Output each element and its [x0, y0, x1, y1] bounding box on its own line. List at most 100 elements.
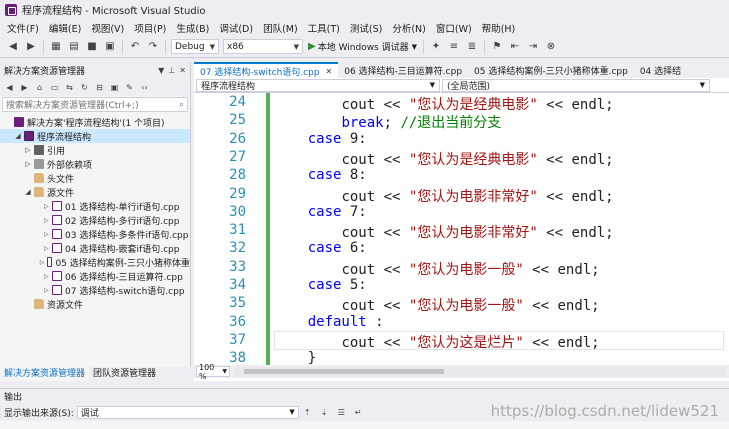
start-debugging-button[interactable]: ▶ 本地 Windows 调试器 ▼: [308, 40, 417, 53]
new-project-icon[interactable]: ▦: [49, 40, 63, 54]
code-line[interactable]: cout << "您认为是经典电影" << endl;: [274, 94, 613, 114]
zoom-select[interactable]: 100 % ▼: [196, 363, 230, 381]
expander-icon[interactable]: ▷: [44, 287, 50, 294]
forward-icon[interactable]: ▶: [19, 82, 30, 93]
pin-icon[interactable]: ⊥: [168, 66, 175, 75]
undo-icon[interactable]: ↶: [128, 40, 142, 54]
code-icon[interactable]: ‹›: [139, 82, 150, 93]
code-line[interactable]: default :: [274, 314, 384, 330]
code-line[interactable]: }: [274, 350, 316, 365]
sync-icon[interactable]: ⇆: [64, 82, 75, 93]
window-position-icon[interactable]: ▼: [158, 66, 164, 75]
code-line[interactable]: case 6:: [274, 240, 367, 256]
expander-icon[interactable]: ▷: [44, 273, 50, 280]
clear-bookmarks-icon[interactable]: ⊗: [544, 40, 558, 54]
redo-icon[interactable]: ↷: [146, 40, 160, 54]
expander-icon[interactable]: ▷: [44, 217, 50, 224]
back-icon[interactable]: ◀: [6, 40, 20, 54]
expander-icon[interactable]: ▷: [40, 259, 45, 266]
document-tab[interactable]: 07 选择结构-switch语句.cpp ✕: [194, 62, 339, 78]
refresh-icon[interactable]: ↻: [79, 82, 90, 93]
document-tab[interactable]: 06 选择结构-三目运算符.cpp: [338, 62, 468, 78]
expander-icon[interactable]: ▷: [24, 160, 32, 168]
comment-icon[interactable]: ≡: [447, 40, 461, 54]
document-tab[interactable]: 04 选择结: [634, 62, 687, 78]
back-icon[interactable]: ◀: [4, 82, 15, 93]
code-area[interactable]: 24 25 26 27 28 29 30 31 32 33 34 35 36 37 38 cout << "…: [194, 93, 729, 365]
expander-icon[interactable]: ▷: [44, 203, 50, 210]
menu-item[interactable]: 团队(M): [258, 21, 303, 35]
code-line[interactable]: cout << "您认为电影一般" << endl;: [274, 295, 599, 315]
tree-item[interactable]: ▷ 03 选择结构-多条件if语句.cpp: [0, 227, 190, 241]
output-source-select[interactable]: 调试 ▼: [76, 405, 299, 419]
document-tab[interactable]: 05 选择结构案例-三只小猪称体重.cpp: [468, 62, 634, 78]
tree-item[interactable]: 解决方案'程序流程结构'(1 个项目): [0, 115, 190, 129]
tree-item[interactable]: 资源文件: [0, 297, 190, 311]
expander-icon[interactable]: ◢: [24, 188, 32, 196]
menu-item[interactable]: 调试(D): [214, 21, 258, 35]
uncomment-icon[interactable]: ≣: [465, 40, 479, 54]
tree-item[interactable]: ▷ 引用: [0, 143, 190, 157]
menu-item[interactable]: 文件(F): [2, 21, 44, 35]
bookmark-icon[interactable]: ⚑: [490, 40, 504, 54]
menu-item[interactable]: 窗口(W): [431, 21, 477, 35]
browse-icon[interactable]: ✦: [429, 40, 443, 54]
tree-item[interactable]: ▷ 06 选择结构-三目运算符.cpp: [0, 269, 190, 283]
scope-select[interactable]: (全局范围) ▼: [442, 78, 710, 92]
pending-changes-icon[interactable]: ▭: [49, 82, 60, 93]
code-line[interactable]: break; //退出当前分支: [274, 112, 501, 132]
word-wrap-icon[interactable]: ↵: [353, 407, 364, 418]
open-file-icon[interactable]: ▤: [67, 40, 81, 54]
code-line[interactable]: case 8:: [274, 167, 367, 183]
horizontal-scrollbar[interactable]: [234, 367, 725, 376]
platform-select[interactable]: x86 ▼: [223, 39, 303, 54]
panel-tab[interactable]: 团队资源管理器: [89, 367, 160, 381]
forward-icon[interactable]: ▶: [24, 40, 38, 54]
tree-item[interactable]: ◢ 源文件: [0, 185, 190, 199]
tree-item[interactable]: ◢ 程序流程结构: [0, 129, 190, 143]
menu-item[interactable]: 分析(N): [387, 21, 431, 35]
home-icon[interactable]: ⌂: [34, 82, 45, 93]
next-bookmark-icon[interactable]: ⇥: [526, 40, 540, 54]
tree-item[interactable]: ▷ 外部依赖项: [0, 157, 190, 171]
code-line[interactable]: case 7:: [274, 204, 367, 220]
code-line[interactable]: case 5:: [274, 277, 367, 293]
menu-item[interactable]: 工具(T): [303, 21, 345, 35]
tree-item[interactable]: ▷ 01 选择结构-单行if语句.cpp: [0, 199, 190, 213]
configuration-select[interactable]: Debug ▼: [171, 39, 219, 54]
menu-item[interactable]: 编辑(E): [44, 21, 86, 35]
expander-icon[interactable]: ▷: [44, 231, 50, 238]
next-message-icon[interactable]: ⇣: [319, 407, 330, 418]
expander-icon[interactable]: ▷: [44, 245, 50, 252]
close-icon[interactable]: ✕: [326, 67, 333, 76]
tree-item[interactable]: ▷ 07 选择结构-switch语句.cpp: [0, 283, 190, 297]
panel-tab[interactable]: 解决方案资源管理器: [0, 367, 90, 381]
code-line[interactable]: cout << "您认为是经典电影" << endl;: [274, 149, 613, 169]
expander-icon[interactable]: ◢: [14, 132, 22, 140]
save-all-icon[interactable]: ▣: [103, 40, 117, 54]
code-line[interactable]: cout << "您认为电影非常好" << endl;: [274, 186, 613, 206]
prev-bookmark-icon[interactable]: ⇤: [508, 40, 522, 54]
menu-item[interactable]: 项目(P): [129, 21, 171, 35]
collapse-all-icon[interactable]: ⊟: [94, 82, 105, 93]
code-line[interactable]: cout << "您认为电影一般" << endl;: [274, 259, 599, 279]
find-message-icon[interactable]: ⇡: [302, 407, 313, 418]
clear-all-icon[interactable]: ☰: [336, 407, 347, 418]
code-line[interactable]: cout << "您认为电影非常好" << endl;: [274, 222, 613, 242]
menu-item[interactable]: 帮助(H): [477, 21, 521, 35]
show-all-files-icon[interactable]: ▣: [109, 82, 120, 93]
menu-item[interactable]: 测试(S): [345, 21, 387, 35]
tree-item[interactable]: 头文件: [0, 171, 190, 185]
project-select[interactable]: 程序流程结构 ▼: [196, 78, 440, 92]
solution-search-input[interactable]: 搜索解决方案资源管理器(Ctrl+;) ⌕: [2, 97, 188, 112]
tree-item[interactable]: ▷ 05 选择结构案例-三只小猪称体重: [0, 255, 190, 269]
menu-item[interactable]: 视图(V): [86, 21, 129, 35]
expander-icon[interactable]: ▷: [24, 146, 32, 154]
properties-icon[interactable]: ✎: [124, 82, 135, 93]
tree-item[interactable]: ▷ 04 选择结构-嵌套if语句.cpp: [0, 241, 190, 255]
menu-item[interactable]: 生成(B): [171, 21, 214, 35]
close-icon[interactable]: ✕: [179, 66, 186, 75]
tree-item[interactable]: ▷ 02 选择结构-多行if语句.cpp: [0, 213, 190, 227]
save-icon[interactable]: ■: [85, 40, 99, 54]
code-line[interactable]: case 9:: [274, 131, 367, 147]
